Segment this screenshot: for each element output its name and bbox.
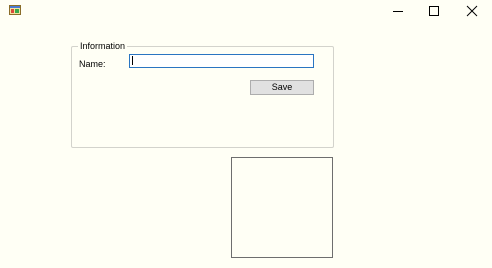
close-button[interactable] xyxy=(454,0,490,22)
name-label: Name: xyxy=(79,59,106,69)
title-bar[interactable] xyxy=(0,0,492,22)
minimize-button[interactable] xyxy=(380,0,416,22)
maximize-button[interactable] xyxy=(415,0,451,22)
app-icon[interactable] xyxy=(9,5,21,15)
text-cursor xyxy=(132,56,133,65)
groupbox-title: Information xyxy=(78,41,128,52)
save-button[interactable]: Save xyxy=(250,80,314,95)
form-window: Information Name: Save xyxy=(0,0,492,268)
name-input[interactable] xyxy=(129,54,314,68)
picture-box xyxy=(231,157,333,258)
